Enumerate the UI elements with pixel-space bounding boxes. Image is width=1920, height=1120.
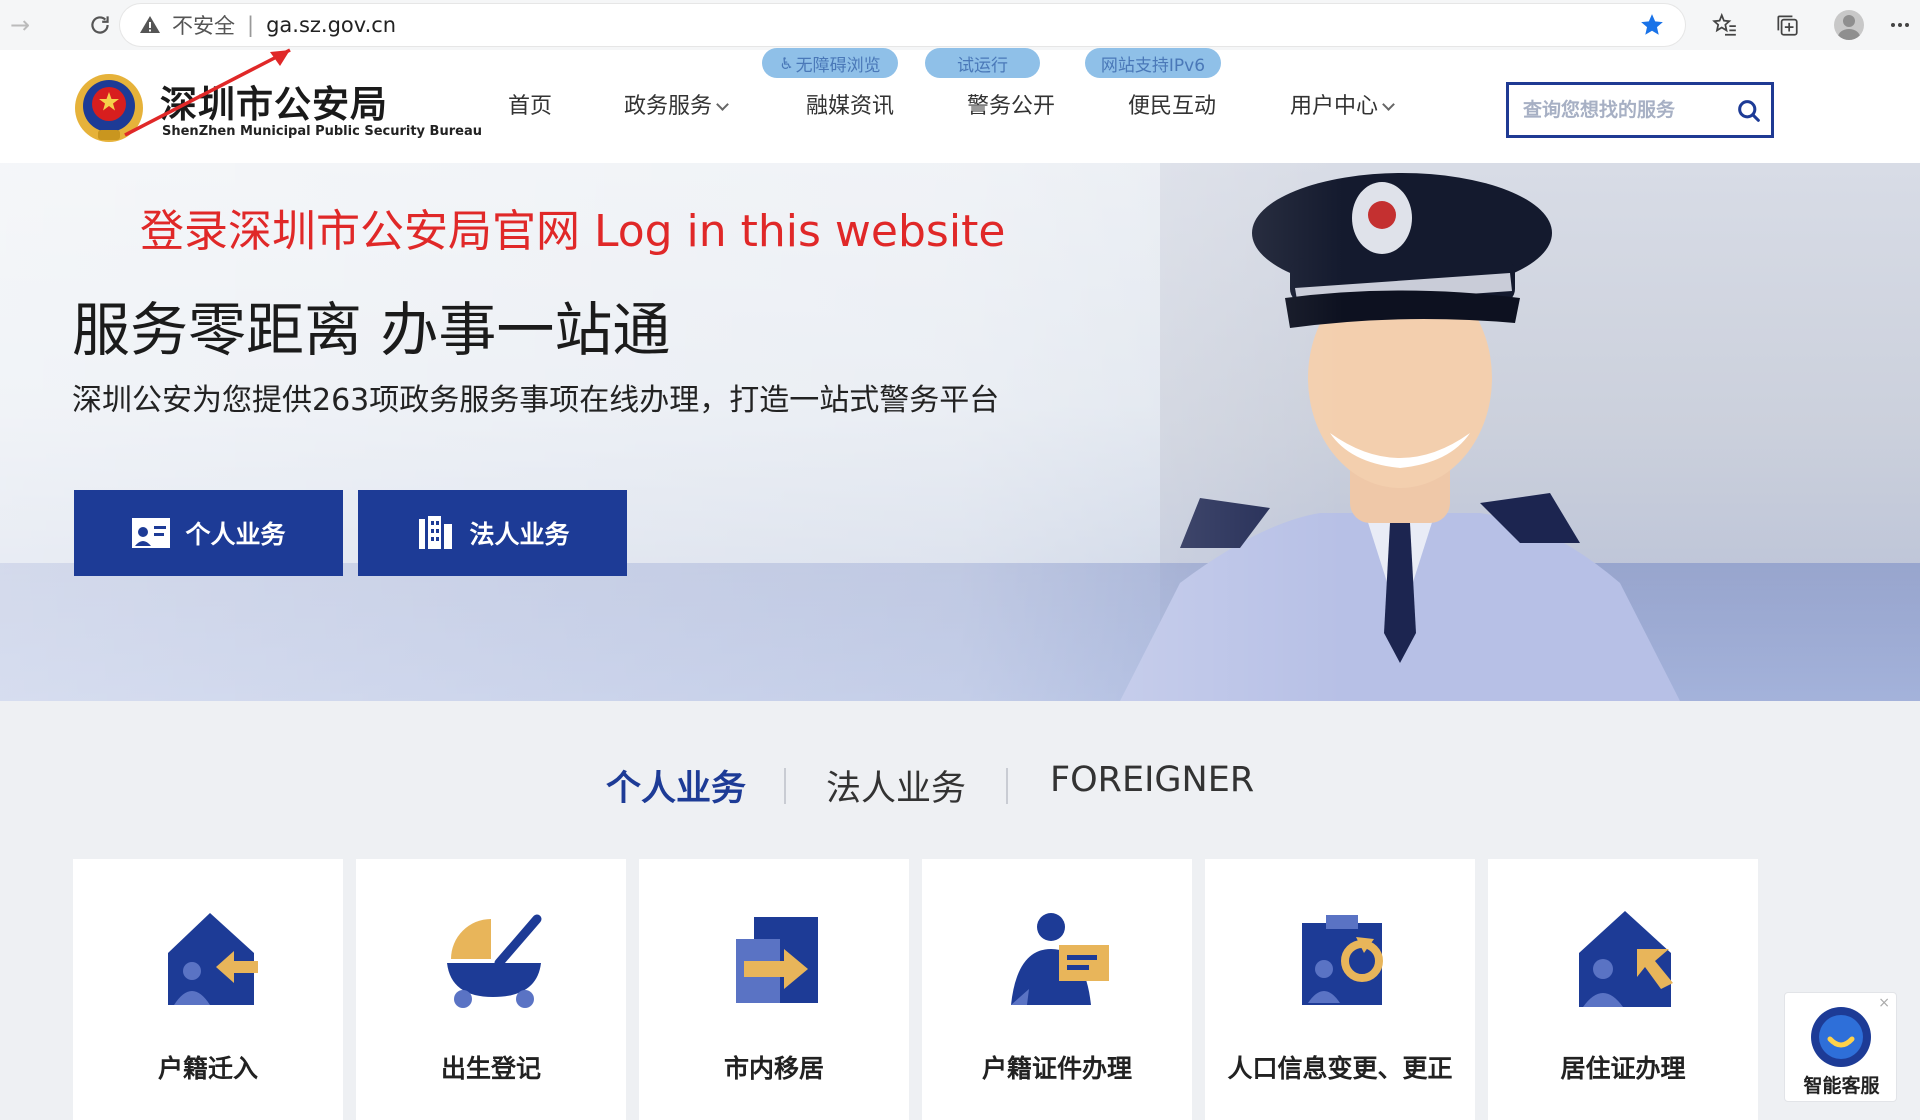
- service-label: 市内移居: [723, 1054, 824, 1083]
- nav-public-interaction[interactable]: 便民互动: [1128, 88, 1216, 120]
- baby-stroller-icon: [447, 914, 542, 1008]
- service-card-intra-city-move[interactable]: 市内移居: [639, 859, 909, 1120]
- favorites-button[interactable]: [1694, 0, 1756, 50]
- nav-user-center[interactable]: 用户中心: [1290, 88, 1395, 120]
- nav-media-news-label: 融媒资讯: [806, 94, 895, 119]
- personal-business-button[interactable]: 个人业务: [74, 490, 343, 576]
- smart-customer-service-widget[interactable]: × 智能客服: [1784, 992, 1897, 1102]
- hero-title: 服务零距离 办事一站通: [72, 296, 671, 364]
- search-input[interactable]: [1523, 99, 1733, 121]
- service-card-population-info-change[interactable]: 人口信息变更、更正: [1205, 859, 1475, 1120]
- police-emblem-icon[interactable]: [72, 68, 146, 148]
- building-icon: [419, 516, 453, 549]
- house-arrow-in-icon: [168, 913, 258, 1005]
- service-tabs: 个人业务 法人业务 FOREIGNER: [0, 760, 1920, 820]
- service-card-birth-registration[interactable]: 出生登记: [356, 859, 626, 1120]
- service-label: 居住证办理: [1560, 1054, 1686, 1083]
- service-card-hukou-documents[interactable]: 户籍证件办理: [922, 859, 1192, 1120]
- back-button[interactable]: →: [0, 5, 40, 45]
- nav-government-services-label: 政务服务: [624, 94, 713, 119]
- ipv6-pill: 网站支持IPv6: [1085, 48, 1221, 78]
- widget-label: 智能客服: [1803, 1075, 1880, 1097]
- nav-government-services[interactable]: 政务服务: [624, 88, 729, 120]
- login-annotation-text: 登录深圳市公安局官网 Log in this website: [140, 206, 1006, 257]
- service-card-residence-permit[interactable]: 居住证办理: [1488, 859, 1758, 1120]
- house-flag-icon: [1579, 911, 1673, 1007]
- chevron-down-icon: [1382, 98, 1395, 111]
- tab-divider: [1006, 768, 1008, 804]
- site-title[interactable]: 深圳市公安局: [160, 74, 388, 128]
- move-arrow-icon: [736, 917, 818, 1003]
- search-box: [1506, 82, 1774, 138]
- favorites-list-icon: [1712, 12, 1736, 36]
- personal-business-label: 个人业务: [185, 520, 286, 549]
- service-label: 人口信息变更、更正: [1227, 1054, 1453, 1083]
- corporate-business-button[interactable]: 法人业务: [358, 490, 627, 576]
- nav-home[interactable]: 首页: [508, 88, 552, 120]
- service-label: 出生登记: [440, 1054, 541, 1083]
- nav-police-disclosure-label: 警务公开: [967, 94, 1056, 119]
- hero-banner: 登录深圳市公安局官网 Log in this website 服务零距离 办事一…: [0, 163, 1920, 701]
- id-card-icon: [132, 518, 171, 548]
- insecure-label[interactable]: 不安全: [172, 10, 235, 40]
- person-id-card-icon: [1011, 913, 1109, 1005]
- reload-icon: [91, 16, 109, 34]
- clipboard-refresh-icon: [1302, 915, 1383, 1005]
- reload-button[interactable]: [80, 5, 120, 45]
- service-label: 户籍迁入: [157, 1054, 258, 1083]
- nav-police-disclosure[interactable]: 警务公开: [967, 88, 1055, 120]
- accessibility-label: 无障碍浏览: [795, 55, 881, 76]
- favorite-star-icon[interactable]: [1639, 12, 1665, 38]
- accessibility-pill[interactable]: ♿ 无障碍浏览: [762, 48, 898, 78]
- tab-personal[interactable]: 个人业务: [606, 760, 746, 811]
- nav-user-center-label: 用户中心: [1290, 94, 1379, 119]
- address-separator: |: [247, 13, 255, 37]
- accessibility-icon: ♿: [779, 53, 794, 73]
- service-card-hukou-transfer-in[interactable]: 户籍迁入: [73, 859, 343, 1120]
- chevron-down-icon: [716, 98, 729, 111]
- nav-home-label: 首页: [508, 94, 553, 119]
- url-text[interactable]: ga.sz.gov.cn: [266, 13, 396, 37]
- corporate-business-label: 法人业务: [469, 520, 570, 549]
- chatbot-face-icon: [1811, 1007, 1871, 1067]
- collections-button[interactable]: [1756, 0, 1818, 50]
- tab-foreigner[interactable]: FOREIGNER: [1050, 760, 1254, 800]
- search-icon[interactable]: [1735, 97, 1763, 125]
- address-bar[interactable]: 不安全 | ga.sz.gov.cn: [120, 4, 1685, 46]
- hero-subtitle: 深圳公安为您提供263项政务服务事项在线办理，打造一站式警务平台: [72, 383, 1000, 418]
- warning-icon: [140, 16, 160, 33]
- site-header: 深圳市公安局 ShenZhen Municipal Public Securit…: [0, 48, 1920, 163]
- trial-run-pill: 试运行: [925, 48, 1040, 78]
- more-dots-icon: [1891, 23, 1909, 27]
- profile-button[interactable]: [1818, 0, 1880, 50]
- profile-avatar-icon: [1834, 10, 1864, 40]
- collections-icon: [1777, 15, 1798, 36]
- widget-close-icon[interactable]: ×: [1878, 995, 1890, 1011]
- tab-corporate[interactable]: 法人业务: [826, 760, 966, 811]
- tab-divider: [784, 768, 786, 804]
- nav-public-interaction-label: 便民互动: [1128, 94, 1217, 119]
- service-label: 户籍证件办理: [981, 1054, 1132, 1083]
- site-subtitle: ShenZhen Municipal Public Security Burea…: [162, 124, 482, 139]
- more-menu-button[interactable]: [1880, 0, 1920, 50]
- nav-media-news[interactable]: 融媒资讯: [806, 88, 894, 120]
- browser-toolbar: → 不安全 | ga.sz.gov.cn: [0, 0, 1920, 50]
